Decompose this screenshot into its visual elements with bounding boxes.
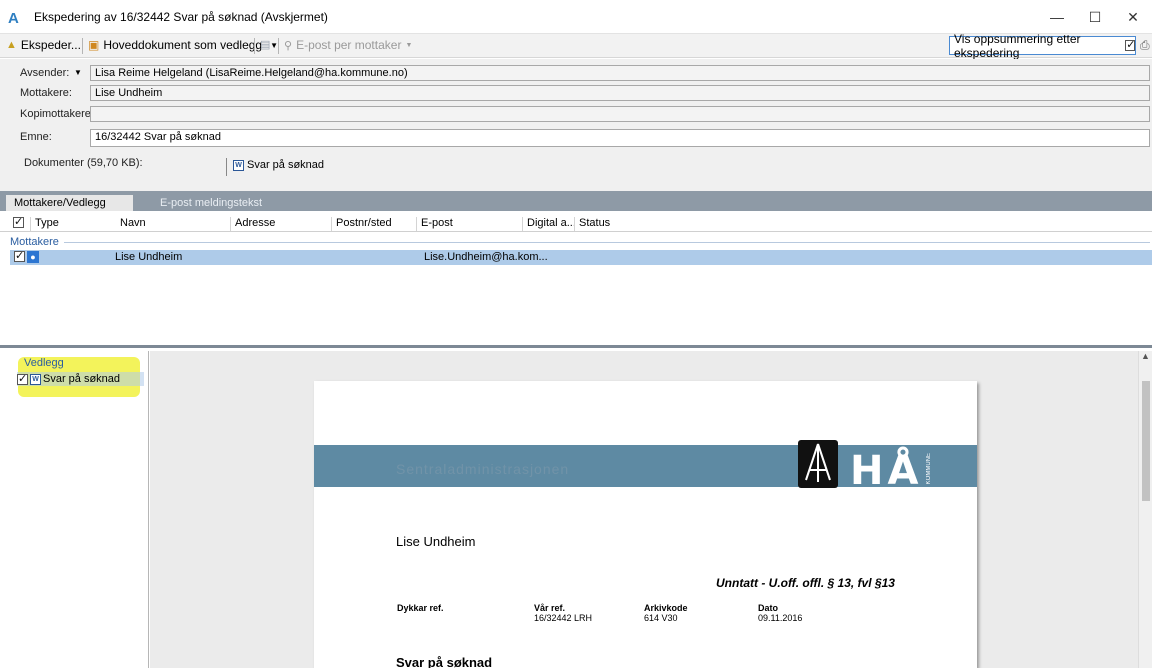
ref-label: Dykkar ref.	[397, 603, 444, 613]
logo-subtext: KOMMUNE	[926, 453, 932, 485]
table-row[interactable]: ● Lise Undheim Lise.Undheim@ha.kom...	[10, 249, 1152, 265]
column-header-adresse[interactable]: Adresse	[230, 217, 275, 231]
epost-per-mottaker-button[interactable]: ⚲ E-post per mottaker ▼	[284, 38, 412, 52]
column-header-epost[interactable]: E-post	[416, 217, 453, 231]
document-separator	[226, 158, 227, 176]
ref-value: 09.11.2016	[758, 613, 803, 623]
ref-label: Vår ref.	[534, 603, 566, 613]
emne-label: Emne:	[20, 131, 52, 143]
maximize-button[interactable]: ☐	[1076, 0, 1114, 34]
toolbar-separator	[82, 38, 83, 54]
close-button[interactable]: ✕	[1114, 0, 1152, 34]
vedlegg-pane: Vedlegg W Svar på søknad	[0, 351, 149, 668]
recipient-grid: Type Navn Adresse Postnr/sted E-post Dig…	[0, 211, 1152, 348]
toolbar: ▲ Ekspeder... ▣ Hoveddokument som vedleg…	[0, 32, 1152, 60]
document-name: Svar på søknad	[247, 159, 325, 171]
toolbar-separator	[278, 38, 279, 54]
app-icon: A	[8, 10, 19, 27]
document-settings-icon: ▤	[260, 39, 271, 51]
tab-bar: Mottakere/Vedlegg E-post meldingstekst	[0, 191, 1152, 211]
ref-value: 614 V30	[644, 613, 678, 623]
vedlegg-label: Vedlegg	[24, 357, 64, 369]
title-bar: A Ekspedering av 16/32442 Svar på søknad…	[0, 0, 1152, 34]
scroll-up-icon[interactable]: ▲	[1141, 351, 1150, 361]
scroll-thumb[interactable]	[1142, 381, 1150, 501]
ref-arkivkode: Arkivkode 614 V30	[644, 603, 688, 623]
toolbar-separator	[254, 38, 255, 54]
ekspeder-button[interactable]: ▲ Ekspeder...	[6, 38, 81, 52]
exemption-notice: Unntatt - U.off. offl. § 13, fvl §13	[716, 576, 895, 590]
avsender-dropdown-icon[interactable]: ▼	[71, 66, 85, 80]
tab-epost-meldingstekst[interactable]: E-post meldingstekst	[152, 195, 270, 211]
preview-page: Sentraladministrasjonen HÅ KOMMUNE Lise …	[314, 381, 977, 668]
mottakere-label: Mottakere:	[20, 87, 72, 99]
select-all-checkbox[interactable]	[13, 215, 24, 228]
column-header-status[interactable]: Status	[574, 217, 610, 231]
document-options-button[interactable]: ▤	[260, 38, 270, 51]
group-label-mottakere: Mottakere	[10, 236, 59, 248]
word-document-icon: W	[30, 373, 41, 385]
avsender-field[interactable]: Lisa Reime Helgeland (LisaReime.Helgelan…	[90, 65, 1150, 81]
attach-document-icon: ▣	[88, 38, 100, 52]
column-header-digital[interactable]: Digital a...	[522, 217, 576, 231]
vis-oppsummering-label: Vis oppsummering etter ekspedering	[954, 31, 1081, 60]
avsender-label: Avsender:	[20, 67, 70, 79]
ref-label: Arkivkode	[644, 603, 688, 613]
column-header-navn[interactable]: Navn	[116, 217, 146, 231]
vedlegg-checkbox[interactable]	[17, 372, 28, 385]
mottakere-field[interactable]: Lise Undheim	[90, 85, 1150, 101]
letter-recipient: Lise Undheim	[396, 534, 476, 549]
vis-oppsummering-toggle[interactable]: Vis oppsummering etter ekspedering	[949, 32, 1136, 60]
chevron-down-icon: ▼	[405, 41, 413, 49]
window-controls: — ☐ ✕	[1038, 0, 1152, 34]
column-header-postnr[interactable]: Postnr/sted	[331, 217, 392, 231]
vedlegg-item[interactable]: W Svar på søknad	[17, 372, 144, 386]
kopimottakere-field[interactable]	[90, 106, 1150, 122]
ekspeder-label: Ekspeder...	[20, 38, 81, 52]
coat-of-arms-icon	[798, 440, 838, 488]
tab-mottakere-vedlegg[interactable]: Mottakere/Vedlegg	[6, 195, 133, 211]
ref-dykkar: Dykkar ref.	[397, 603, 444, 613]
ref-vaar: Vår ref. 16/32442 LRH	[534, 603, 592, 623]
emne-field[interactable]: 16/32442 Svar på søknad	[90, 129, 1150, 147]
dokumenter-label: Dokumenter (59,70 KB):	[24, 157, 143, 169]
ref-label: Dato	[758, 603, 778, 613]
epost-per-mottaker-label: E-post per mottaker	[296, 38, 402, 52]
print-icon[interactable]: ⎙	[1140, 38, 1150, 53]
preview-scrollbar[interactable]: ▲	[1138, 351, 1152, 668]
kopimottakere-label: Kopimottakere:	[20, 108, 94, 120]
person-icon: ●	[27, 251, 39, 263]
column-header-type[interactable]: Type	[30, 217, 59, 231]
ref-dato: Dato 09.11.2016	[758, 603, 802, 623]
minimize-button[interactable]: —	[1038, 0, 1076, 34]
document-link[interactable]: W Svar på søknad	[233, 159, 324, 171]
vis-oppsummering-checkbox[interactable]	[1125, 38, 1135, 51]
ref-value: 16/32442 LRH	[534, 613, 593, 623]
hoveddokument-button[interactable]: ▣ Hoveddokument som vedlegg ▼	[88, 38, 278, 52]
message-header: Avsender: ▼ Lisa Reime Helgeland (LisaRe…	[0, 59, 1152, 191]
window-title: Ekspedering av 16/32442 Svar på søknad (…	[34, 10, 328, 24]
chevron-down-icon[interactable]: ▼	[270, 41, 278, 50]
logo-text: HÅ	[850, 448, 923, 494]
vedlegg-item-name: Svar på søknad	[43, 373, 121, 385]
letterhead-department: Sentraladministrasjonen	[396, 461, 570, 477]
word-document-icon: W	[233, 159, 244, 171]
row-navn: Lise Undheim	[115, 251, 183, 263]
hoveddokument-label: Hoveddokument som vedlegg	[103, 38, 263, 52]
letter-subject: Svar på søknad	[396, 655, 493, 668]
group-divider	[64, 242, 1150, 243]
row-checkbox[interactable]	[14, 249, 25, 262]
grid-header: Type Navn Adresse Postnr/sted E-post Dig…	[0, 215, 1152, 232]
search-icon: ⚲	[284, 39, 293, 52]
send-icon: ▲	[6, 39, 17, 51]
row-epost: Lise.Undheim@ha.kom...	[424, 251, 548, 263]
